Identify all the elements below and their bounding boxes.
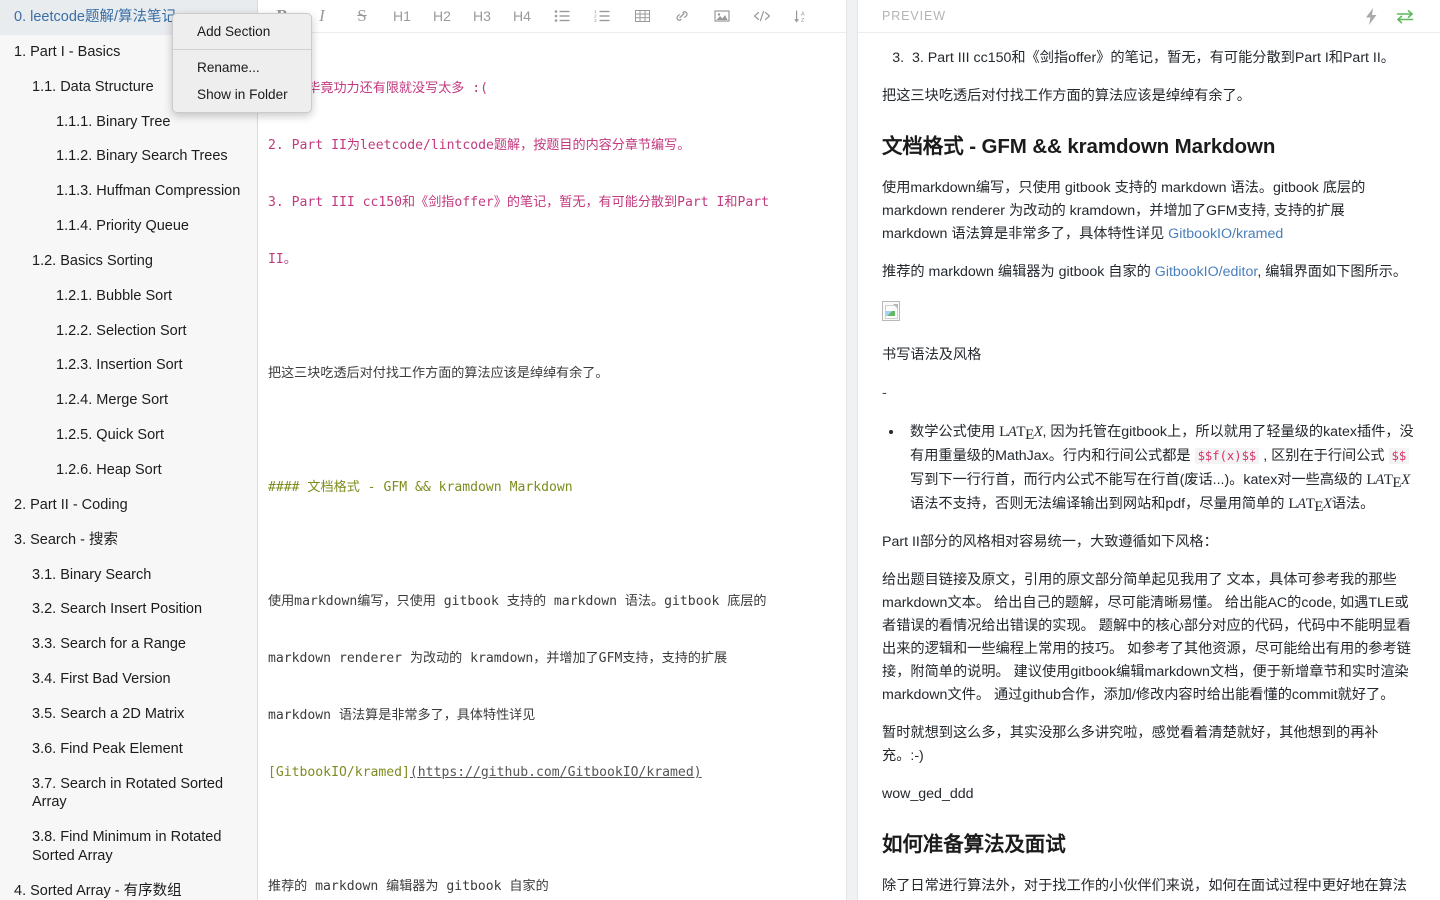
menu-item-show-in-folder[interactable]: Show in Folder xyxy=(173,81,311,108)
toc-item[interactable]: 1.2.3. Insertion Sort xyxy=(0,348,257,383)
svg-text:Z: Z xyxy=(801,18,805,24)
list-item: 数学公式使用 LATEX, 因为托管在gitbook上，所以就用了轻量级的kat… xyxy=(904,420,1414,516)
preview-pane: PREVIEW 3. Part III cc150和《剑指offer》的笔记，暂… xyxy=(858,0,1440,900)
inline-code: $$f(x)$$ xyxy=(1195,448,1260,464)
dash-paragraph: - xyxy=(882,382,1414,405)
preview-title: PREVIEW xyxy=(882,9,1354,23)
svg-text:A: A xyxy=(801,11,805,17)
editor-line: II。 xyxy=(268,250,836,269)
ordered-list-tail: 3. Part III cc150和《剑指offer》的笔记，暂无，有可能分散到… xyxy=(908,47,1414,70)
menu-item-rename[interactable]: Rename... xyxy=(173,54,311,81)
toc-item[interactable]: 1.2.5. Quick Sort xyxy=(0,418,257,453)
editor-line: 推荐的 markdown 编辑器为 gitbook 自家的 xyxy=(268,877,836,896)
paragraph: wow_ged_ddd xyxy=(882,783,1414,806)
code-icon[interactable] xyxy=(742,1,782,31)
heading4-button[interactable]: H4 xyxy=(502,1,542,31)
sidebar-scrollbar[interactable] xyxy=(250,0,256,900)
link-icon[interactable] xyxy=(662,1,702,31)
bullet-list-icon[interactable] xyxy=(542,1,582,31)
preview-header: PREVIEW xyxy=(858,0,1440,33)
table-icon[interactable] xyxy=(622,1,662,31)
markdown-source-editor[interactable]: 么写，毕竟功力还有限就没写太多 :( 2. Part II为leetcode/l… xyxy=(258,33,846,900)
toc-list: 0. leetcode题解/算法笔记1. Part I - Basics1.1.… xyxy=(0,0,257,900)
paragraph: 给出题目链接及原文，引用的原文部分简单起见我用了 文本，具体可参考我的那些mar… xyxy=(882,569,1414,707)
paragraph: 暂时就想到这么多，其实没那么多讲究啦，感觉看着清楚就好，其他想到的再补充。:-) xyxy=(882,722,1414,768)
editor-line: markdown renderer 为改动的 kramdown，并增加了GFM支… xyxy=(268,649,836,668)
toc-item[interactable]: 1.1.2. Binary Search Trees xyxy=(0,139,257,174)
lightning-icon[interactable] xyxy=(1354,8,1388,25)
editor-line-heading: #### 文档格式 - GFM && kramdown Markdown xyxy=(268,478,836,497)
editor-pane: B I S H1 H2 H3 H4 1 2 3 xyxy=(258,0,846,900)
toc-item[interactable]: 1.1.4. Priority Queue xyxy=(0,209,257,244)
editor-line: 使用markdown编写，只使用 gitbook 支持的 markdown 语法… xyxy=(268,592,836,611)
menu-item-add-section[interactable]: Add Section xyxy=(173,18,311,45)
toc-item[interactable]: 3.8. Find Minimum in Rotated Sorted Arra… xyxy=(0,820,257,874)
sync-swap-icon[interactable] xyxy=(1388,9,1422,24)
toc-item[interactable]: 3.7. Search in Rotated Sorted Array xyxy=(0,767,257,821)
toc-item[interactable]: 3. Search - 搜索 xyxy=(0,523,257,558)
menu-separator xyxy=(173,49,311,50)
toc-item[interactable]: 4. Sorted Array - 有序数组 xyxy=(0,874,257,900)
svg-text:3: 3 xyxy=(594,18,597,23)
sort-az-icon[interactable]: A Z xyxy=(782,1,822,31)
toc-item[interactable]: 1.2.6. Heap Sort xyxy=(0,453,257,488)
toc-item[interactable]: 3.6. Find Peak Element xyxy=(0,732,257,767)
formatting-toolbar: B I S H1 H2 H3 H4 1 2 3 xyxy=(258,0,846,33)
toc-item[interactable]: 3.4. First Bad Version xyxy=(0,662,257,697)
heading2-button[interactable]: H2 xyxy=(422,1,462,31)
toc-item[interactable]: 3.5. Search a 2D Matrix xyxy=(0,697,257,732)
kramed-link[interactable]: GitbookIO/kramed xyxy=(1168,226,1283,242)
toc-item[interactable]: 3.1. Binary Search xyxy=(0,558,257,593)
editor-line: markdown 语法算是非常多了，具体特性详见 xyxy=(268,706,836,725)
inline-code: $$ xyxy=(1389,448,1410,464)
context-menu[interactable]: Add Section Rename... Show in Folder xyxy=(172,13,312,113)
section-heading-format: 文档格式 - GFM && kramdown Markdown xyxy=(882,130,1414,163)
toc-item[interactable]: 1.2. Basics Sorting xyxy=(0,244,257,279)
toc-item[interactable]: 1.2.2. Selection Sort xyxy=(0,314,257,349)
markdown-editor-app: 0. leetcode题解/算法笔记1. Part I - Basics1.1.… xyxy=(0,0,1440,900)
latex-logo: LATEX xyxy=(999,424,1042,440)
editor-line: 么写，毕竟功力还有限就没写太多 :( xyxy=(268,79,836,98)
paragraph: 书写语法及风格 xyxy=(882,344,1414,367)
latex-logo: LATEX xyxy=(1366,472,1409,488)
toc-item[interactable]: 3.2. Search Insert Position xyxy=(0,592,257,627)
heading3-button[interactable]: H3 xyxy=(462,1,502,31)
toc-item[interactable]: 2. Part II - Coding xyxy=(0,488,257,523)
strikethrough-button[interactable]: S xyxy=(342,1,382,31)
section-heading-interview: 如何准备算法及面试 xyxy=(882,828,1414,861)
heading1-button[interactable]: H1 xyxy=(382,1,422,31)
pane-divider[interactable] xyxy=(846,0,858,900)
paragraph: Part II部分的风格相对容易统一，大致遵循如下风格： xyxy=(882,531,1414,554)
numbered-list-icon[interactable]: 1 2 3 xyxy=(582,1,622,31)
table-of-contents-sidebar[interactable]: 0. leetcode题解/算法笔记1. Part I - Basics1.1.… xyxy=(0,0,258,900)
image-icon[interactable] xyxy=(702,1,742,31)
paragraph: 除了日常进行算法外，对于找工作的小伙伴们来说，如何在面试过程中更好地在算法环节脱… xyxy=(882,875,1414,900)
broken-image-icon xyxy=(882,301,900,321)
paragraph: 把这三块吃透后对付找工作方面的算法应该是绰绰有余了。 xyxy=(882,85,1414,108)
editor-link[interactable]: GitbookIO/editor xyxy=(1155,264,1258,280)
toc-item[interactable]: 1.2.1. Bubble Sort xyxy=(0,279,257,314)
editor-line: 把这三块吃透后对付找工作方面的算法应该是绰绰有余了。 xyxy=(268,364,836,383)
paragraph: 使用markdown编写，只使用 gitbook 支持的 markdown 语法… xyxy=(882,177,1414,246)
broken-image-paragraph xyxy=(882,299,1414,329)
editor-line: 2. Part II为leetcode/lintcode题解，按题目的内容分章节… xyxy=(268,136,836,155)
latex-logo: LATEX xyxy=(1288,496,1331,512)
toc-item[interactable]: 1.1.3. Huffman Compression xyxy=(0,174,257,209)
list-item: 3. Part III cc150和《剑指offer》的笔记，暂无，有可能分散到… xyxy=(908,47,1414,70)
rendered-preview: 3. Part III cc150和《剑指offer》的笔记，暂无，有可能分散到… xyxy=(858,33,1440,900)
toc-item[interactable]: 3.3. Search for a Range xyxy=(0,627,257,662)
bullet-list: 数学公式使用 LATEX, 因为托管在gitbook上，所以就用了轻量级的kat… xyxy=(904,420,1414,516)
toc-item[interactable]: 1.2.4. Merge Sort xyxy=(0,383,257,418)
paragraph: 推荐的 markdown 编辑器为 gitbook 自家的 GitbookIO/… xyxy=(882,261,1414,284)
editor-line-link: [GitbookIO/kramed](https://github.com/Gi… xyxy=(268,763,836,782)
editor-line: 3. Part III cc150和《剑指offer》的笔记，暂无，有可能分散到… xyxy=(268,193,836,212)
